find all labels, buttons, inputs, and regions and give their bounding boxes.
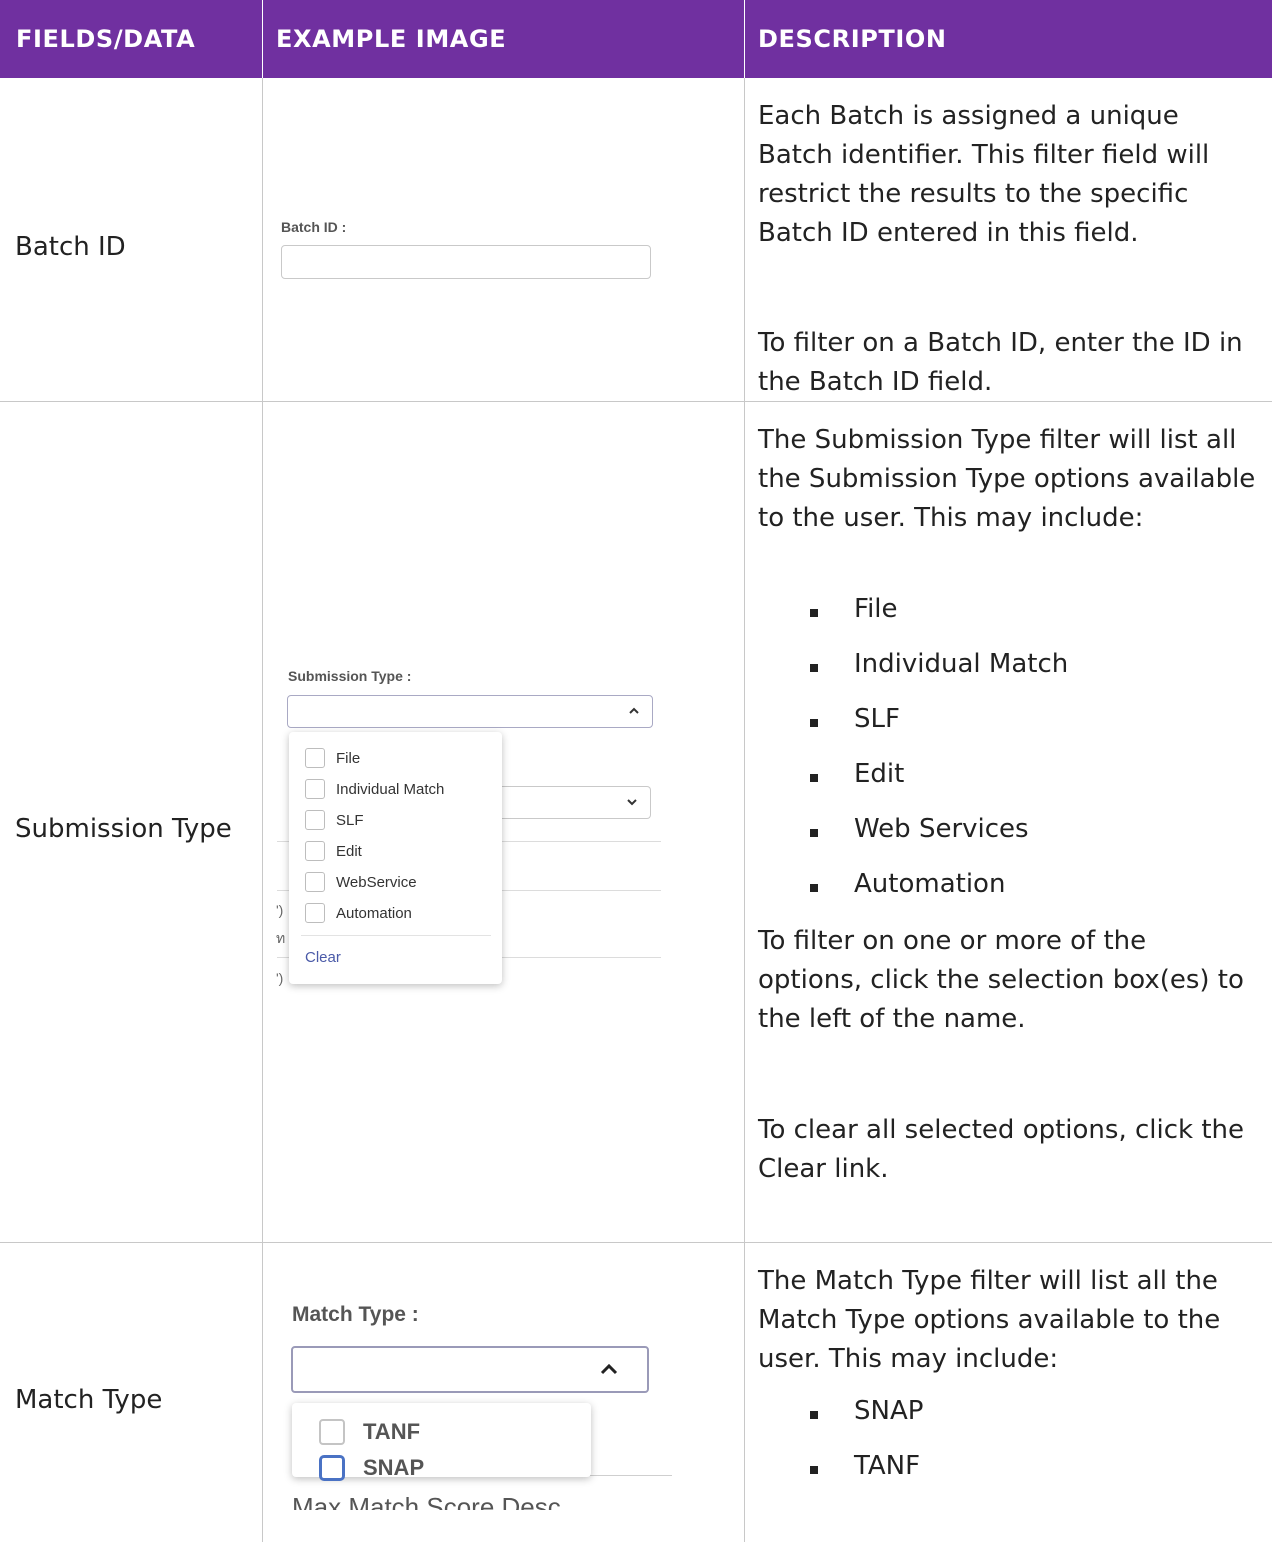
example-submission-type-select[interactable] [287, 695, 653, 728]
bullet-icon [810, 884, 818, 892]
list-item: Edit [810, 759, 904, 789]
option-individual-match[interactable]: Individual Match [305, 779, 444, 799]
column-divider [744, 0, 745, 1542]
checkbox[interactable] [305, 779, 325, 799]
checkbox[interactable] [305, 872, 325, 892]
field-name-batch-id: Batch ID [15, 232, 126, 262]
example-background-sort-label: Max Match Score Desc [292, 1492, 561, 1510]
example-match-type-label: Match Type : [292, 1303, 419, 1326]
description-batch-id: Each Batch is assigned a unique Batch id… [758, 101, 1210, 248]
header-divider [262, 0, 263, 78]
description-submission-type-instructions: To filter on one or more of the options,… [758, 926, 1244, 1034]
example-submission-type-dropdown: File Individual Match SLF Edit WebServic… [289, 732, 502, 984]
header-fields-data: FIELDS/DATA [16, 25, 196, 53]
bullet-icon [810, 1466, 818, 1474]
field-name-match-type: Match Type [15, 1385, 163, 1415]
option-file[interactable]: File [305, 748, 360, 768]
chevron-up-icon [629, 707, 639, 714]
example-match-type-select[interactable] [291, 1346, 649, 1393]
example-match-type-dropdown: TANF SNAP [292, 1403, 591, 1481]
dropdown-divider [301, 935, 491, 936]
option-snap[interactable]: SNAP [319, 1455, 424, 1481]
example-background-rule [585, 1475, 672, 1476]
chevron-up-icon [600, 1363, 618, 1375]
list-item: Web Services [810, 814, 1029, 844]
example-batch-id-label: Batch ID : [281, 219, 347, 235]
bullet-icon [810, 719, 818, 727]
checkbox[interactable] [305, 748, 325, 768]
bullet-icon [810, 1411, 818, 1419]
list-item: Automation [810, 869, 1005, 899]
header-example-image: EXAMPLE IMAGE [276, 25, 507, 53]
bullet-icon [810, 774, 818, 782]
list-item: File [810, 594, 898, 624]
description-submission-type-intro: The Submission Type filter will list all… [758, 425, 1256, 533]
description-submission-type-clear: To clear all selected options, click the… [758, 1115, 1245, 1184]
example-background-fragment: ') [276, 970, 284, 986]
bullet-icon [810, 664, 818, 672]
description-match-type-intro: The Match Type filter will list all the … [758, 1266, 1221, 1374]
example-background-fragment: ') [276, 902, 284, 918]
example-background-select [490, 786, 651, 819]
header-divider [744, 0, 745, 78]
example-submission-type-label: Submission Type : [288, 668, 412, 684]
bullet-icon [810, 609, 818, 617]
option-webservice[interactable]: WebService [305, 872, 417, 892]
checkbox[interactable] [305, 841, 325, 861]
checkbox[interactable] [319, 1455, 345, 1481]
description-batch-id-instructions: To filter on a Batch ID, enter the ID in… [758, 328, 1243, 397]
list-item: SNAP [810, 1396, 923, 1426]
option-tanf[interactable]: TANF [319, 1419, 420, 1445]
column-divider [262, 0, 263, 1542]
checkbox[interactable] [305, 903, 325, 923]
clear-link[interactable]: Clear [305, 949, 341, 966]
filter-fields-table: FIELDS/DATA EXAMPLE IMAGE DESCRIPTION Ba… [0, 0, 1272, 1542]
row-divider [0, 1242, 1272, 1243]
option-slf[interactable]: SLF [305, 810, 364, 830]
example-background-fragment: ท [276, 930, 286, 946]
header-description: DESCRIPTION [758, 25, 947, 53]
option-edit[interactable]: Edit [305, 841, 362, 861]
checkbox[interactable] [305, 810, 325, 830]
list-item: TANF [810, 1451, 920, 1481]
field-name-submission-type: Submission Type [15, 814, 232, 844]
list-item: SLF [810, 704, 900, 734]
list-item: Individual Match [810, 649, 1068, 679]
bullet-icon [810, 829, 818, 837]
checkbox[interactable] [319, 1419, 345, 1445]
example-batch-id-input[interactable] [281, 245, 651, 279]
option-automation[interactable]: Automation [305, 903, 412, 923]
chevron-down-icon [627, 799, 637, 806]
